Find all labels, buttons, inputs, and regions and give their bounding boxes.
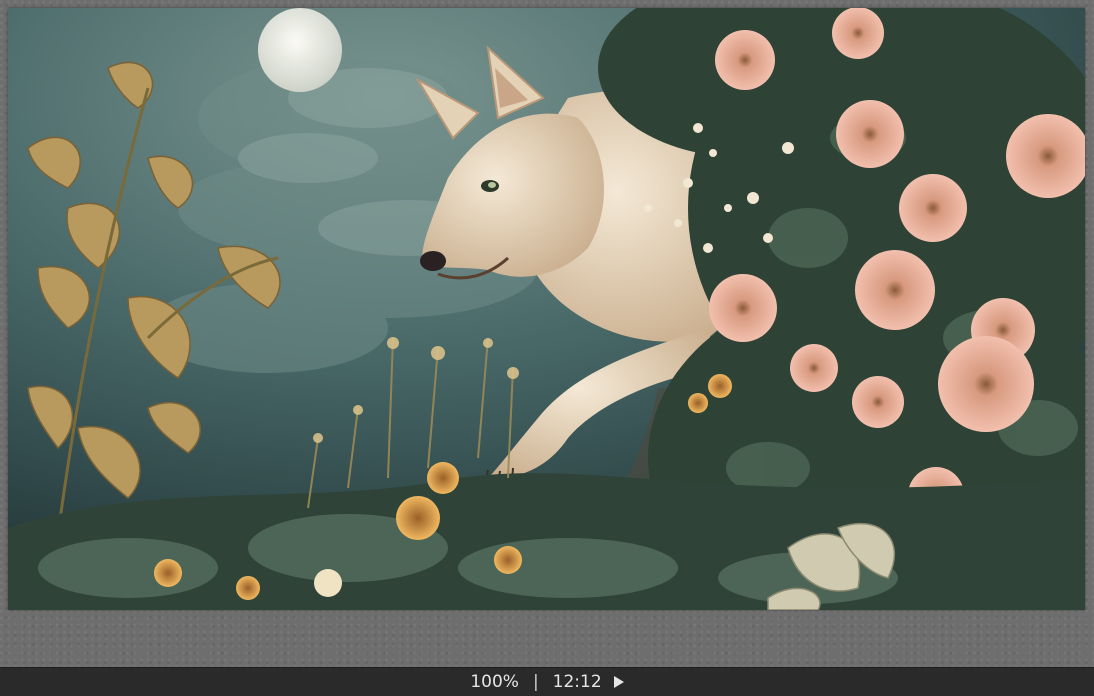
status-separator: |	[532, 672, 539, 692]
play-icon[interactable]	[613, 676, 624, 688]
slideshow-timer: 12:12	[552, 672, 602, 692]
status-bar: 100% | 12:12	[0, 667, 1094, 696]
zoom-level[interactable]: 100%	[460, 672, 529, 692]
canvas-area[interactable]	[0, 0, 1094, 667]
moon	[258, 8, 342, 92]
slideshow-control[interactable]: 12:12	[543, 672, 634, 692]
image-viewer: 100% | 12:12	[0, 0, 1094, 696]
displayed-image[interactable]	[8, 8, 1085, 610]
